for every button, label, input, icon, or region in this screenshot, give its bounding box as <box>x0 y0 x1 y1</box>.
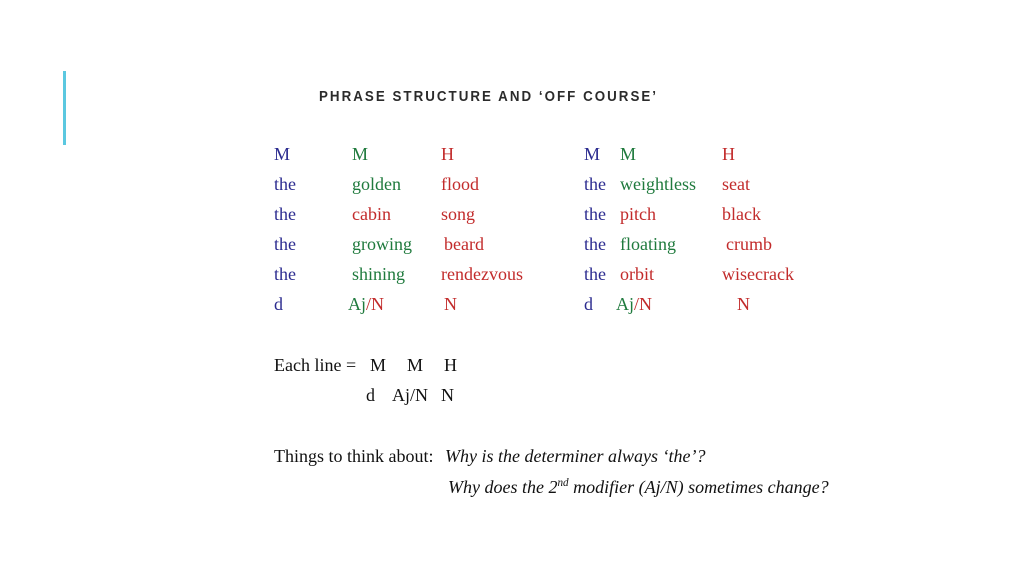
legend-slot-modifier-1: M <box>370 355 387 375</box>
slide-canvas: PHRASE STRUCTURE AND ‘OFF COURSE’ M M H … <box>0 0 1024 576</box>
legend-slot-head: H <box>444 355 457 375</box>
legend-slot-determiner-abbr: d <box>366 385 375 405</box>
cell-modifier-1: the <box>274 234 296 254</box>
cell-head: flood <box>441 174 479 194</box>
adjective-abbr: Aj <box>616 294 634 314</box>
cell-modifier-2: weightless <box>620 174 696 194</box>
cell-modifier-2: cabin <box>352 204 391 224</box>
column-header-head: H <box>722 144 735 164</box>
column-header-modifier-1: M <box>584 144 601 164</box>
column-header-modifier-2: M <box>620 144 637 164</box>
cell-modifier-abbr: Aj/N <box>348 289 384 319</box>
cell-head: beard <box>444 234 484 254</box>
cell-modifier-1: the <box>584 204 606 224</box>
cell-modifier-2: orbit <box>620 264 654 284</box>
column-header-modifier-1: M <box>274 144 291 164</box>
noun-abbr: N <box>639 294 653 314</box>
cell-determiner-abbr: d <box>274 294 283 314</box>
cell-modifier-2: growing <box>352 234 412 254</box>
think-about-label: Things to think about: <box>274 446 434 466</box>
page-title: PHRASE STRUCTURE AND ‘OFF COURSE’ <box>319 89 659 105</box>
cell-modifier-2: floating <box>620 234 676 254</box>
cell-head: song <box>441 204 476 224</box>
legend-label: Each line = <box>274 355 357 375</box>
cell-head-abbr: N <box>737 294 750 314</box>
cell-head: rendezvous <box>441 264 523 284</box>
legend-slot-modifier-2: M <box>407 355 424 375</box>
legend-slot-modifier-abbr: Aj/N <box>392 385 428 405</box>
cell-head-abbr: N <box>444 294 457 314</box>
accent-bar <box>63 71 66 145</box>
think-question-1: Why is the determiner always ‘the’? <box>445 446 706 466</box>
cell-head: seat <box>722 174 750 194</box>
cell-modifier-1: the <box>584 174 606 194</box>
cell-head: wisecrack <box>722 264 794 284</box>
cell-modifier-abbr: Aj/N <box>616 289 652 319</box>
think-question-2: Why does the 2nd modifier (Aj/N) sometim… <box>448 472 829 502</box>
think-question-2-after: modifier (Aj/N) sometimes change? <box>568 477 829 497</box>
adjective-abbr: Aj <box>348 294 366 314</box>
cell-modifier-1: the <box>274 174 296 194</box>
column-header-modifier-2: M <box>352 144 369 164</box>
noun-abbr: N <box>371 294 385 314</box>
cell-modifier-1: the <box>584 234 606 254</box>
cell-modifier-1: the <box>584 264 606 284</box>
cell-head: black <box>722 204 761 224</box>
cell-modifier-2: pitch <box>620 204 656 224</box>
cell-modifier-1: the <box>274 264 296 284</box>
cell-modifier-2: golden <box>352 174 401 194</box>
cell-modifier-1: the <box>274 204 296 224</box>
cell-head: crumb <box>726 234 772 254</box>
cell-determiner-abbr: d <box>584 294 593 314</box>
think-question-2-before: Why does the 2 <box>448 477 558 497</box>
ordinal-suffix: nd <box>557 477 569 489</box>
column-header-head: H <box>441 144 454 164</box>
legend-slot-head-abbr: N <box>441 385 454 405</box>
cell-modifier-2: shining <box>352 264 406 284</box>
